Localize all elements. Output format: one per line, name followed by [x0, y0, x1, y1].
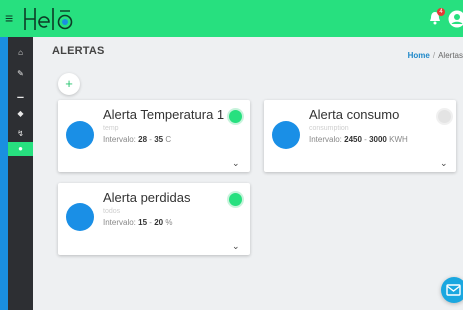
- notification-badge: 4: [437, 8, 445, 16]
- chevron-down-icon[interactable]: ⌄: [232, 159, 242, 168]
- alert-interval: Intervalo: 28 - 35 C: [103, 135, 172, 144]
- alert-card[interactable]: Alerta perdidas todos Intervalo: 15 - 20…: [58, 183, 250, 255]
- user-account-icon[interactable]: [448, 10, 463, 28]
- breadcrumb-separator: /: [432, 51, 436, 60]
- top-bar: ≡ 4: [0, 0, 463, 37]
- add-alert-button[interactable]: +: [58, 73, 80, 95]
- alert-avatar: [66, 121, 94, 149]
- alert-card[interactable]: Alerta consumo consumption Intervalo: 24…: [264, 100, 456, 172]
- alert-status-toggle[interactable]: [227, 191, 244, 208]
- app-frame: ≡ 4 ⌂ ✎ ▁ ◆ ↯ ● ALERTAS Home / Alertas +…: [0, 0, 463, 310]
- alert-avatar: [272, 121, 300, 149]
- alert-status-toggle[interactable]: [436, 108, 453, 125]
- sidebar-item-charts[interactable]: ▁: [8, 87, 33, 101]
- alert-card[interactable]: Alerta Temperatura 1 temp Intervalo: 28 …: [58, 100, 250, 172]
- sidebar-item-tools[interactable]: ✎: [8, 67, 33, 81]
- menu-icon[interactable]: ≡: [5, 9, 18, 27]
- helio-logo: [24, 8, 73, 30]
- alert-sensor: todos: [103, 208, 121, 215]
- chevron-down-icon[interactable]: ⌄: [440, 159, 450, 168]
- alert-title: Alerta consumo: [309, 107, 400, 122]
- alert-avatar: [66, 203, 94, 231]
- page-title: ALERTAS: [52, 45, 105, 57]
- breadcrumb-current: Alertas: [438, 51, 463, 60]
- alert-interval: Intervalo: 15 - 20 %: [103, 218, 173, 227]
- alert-title: Alerta perdidas: [103, 190, 191, 205]
- chevron-down-icon[interactable]: ⌄: [232, 242, 242, 251]
- sidebar-item-alerts[interactable]: ●: [8, 142, 33, 156]
- sidebar-item-tags[interactable]: ◆: [8, 107, 33, 121]
- alert-sensor: temp: [103, 125, 119, 132]
- sidebar-item-home[interactable]: ⌂: [8, 46, 33, 60]
- sidebar: ⌂ ✎ ▁ ◆ ↯ ●: [8, 37, 33, 310]
- left-edge-strip: [0, 37, 8, 310]
- breadcrumb: Home / Alertas: [408, 51, 463, 60]
- sidebar-item-devices[interactable]: ↯: [8, 127, 33, 141]
- mail-icon: [446, 284, 461, 296]
- alert-interval: Intervalo: 2450 - 3000 KWH: [309, 135, 408, 144]
- chat-fab-button[interactable]: [441, 277, 463, 303]
- breadcrumb-home-link[interactable]: Home: [408, 51, 430, 60]
- alert-title: Alerta Temperatura 1: [103, 107, 225, 122]
- alert-status-toggle[interactable]: [227, 108, 244, 125]
- alert-sensor: consumption: [309, 125, 349, 132]
